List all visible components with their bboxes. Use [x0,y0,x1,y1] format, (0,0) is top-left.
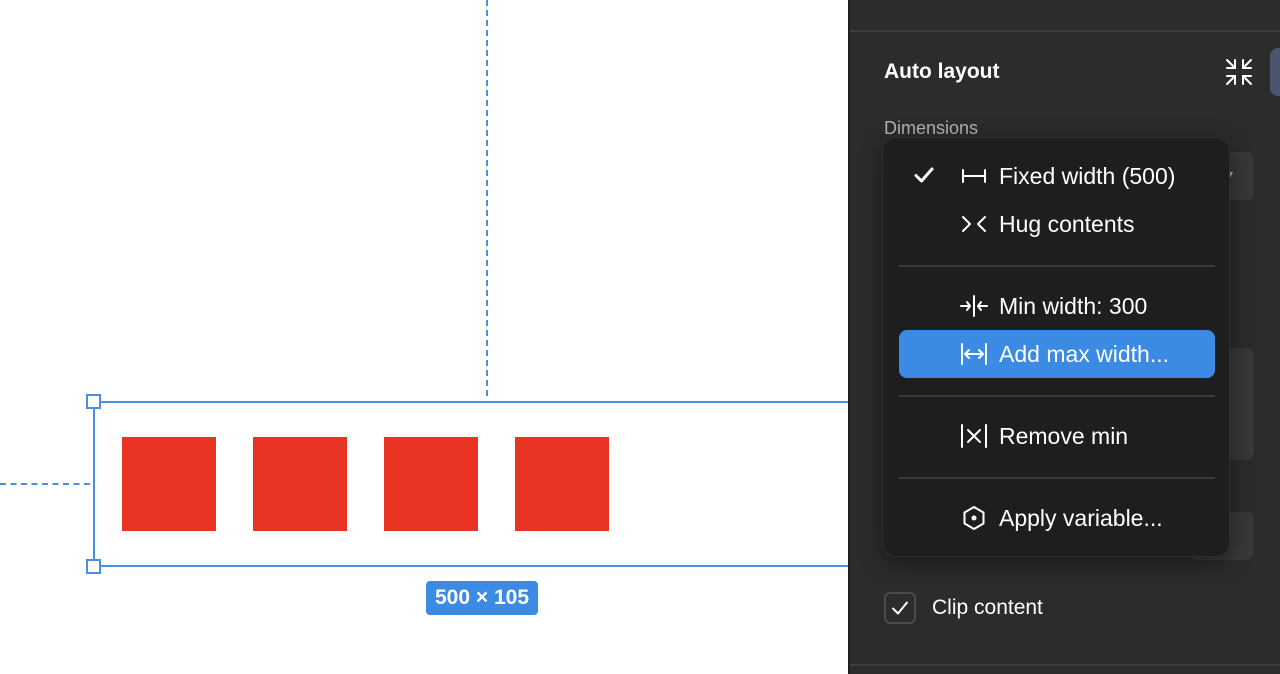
selection-size-badge: 500 × 105 [426,581,539,615]
menu-item-label: Remove min [999,423,1129,449]
menu-item-label: Apply variable... [999,505,1163,531]
red-square-4[interactable] [515,437,609,531]
red-square-3[interactable] [384,437,478,531]
menu-item-remove-min[interactable]: Remove min [899,412,1215,460]
panel-top-bar [850,0,1280,32]
menu-item-apply-variable[interactable]: Apply variable... [899,494,1215,542]
menu-item-hug-contents[interactable]: Hug contents [899,200,1215,248]
red-square-1[interactable] [122,437,216,531]
menu-item-add-max-width[interactable]: Add max width... [899,330,1215,378]
check-icon [914,167,934,183]
menu-item-min-width[interactable]: Min width: 300 [899,282,1215,330]
design-canvas[interactable]: 500 × 105 [0,0,848,674]
max-width-icon [961,343,987,365]
resize-handle-bottom-left[interactable] [86,559,101,574]
remove-min-icon [961,424,987,448]
menu-separator [899,265,1215,267]
variable-icon [963,506,985,530]
fixed-width-icon [962,169,986,183]
collapse-arrows-icon[interactable] [1224,57,1254,87]
vertical-center-guide [486,0,488,396]
auto-layout-title: Auto layout [884,60,1000,83]
clip-content-row[interactable]: Clip content [884,592,1043,624]
menu-item-label: Fixed width (500) [999,163,1176,189]
horizontal-center-guide [0,483,90,485]
dimensions-label: Dimensions [884,118,979,138]
panel-edge-button[interactable] [1270,48,1280,96]
menu-item-label: Hug contents [999,211,1135,237]
hug-contents-icon [962,216,986,232]
min-width-icon [960,295,988,317]
panel-divider [850,664,1280,666]
width-sizing-menu: Fixed width (500) Hug contents Min width… [882,137,1230,557]
red-square-2[interactable] [253,437,347,531]
menu-item-fixed-width[interactable]: Fixed width (500) [899,152,1215,200]
clip-content-checkbox[interactable] [884,592,916,624]
checkmark-icon [892,601,908,615]
resize-handle-top-left[interactable] [86,394,101,409]
menu-separator [899,395,1215,397]
menu-item-label: Min width: 300 [999,293,1148,319]
menu-separator [899,477,1215,479]
menu-item-label: Add max width... [999,341,1170,367]
clip-content-label: Clip content [932,596,1043,619]
